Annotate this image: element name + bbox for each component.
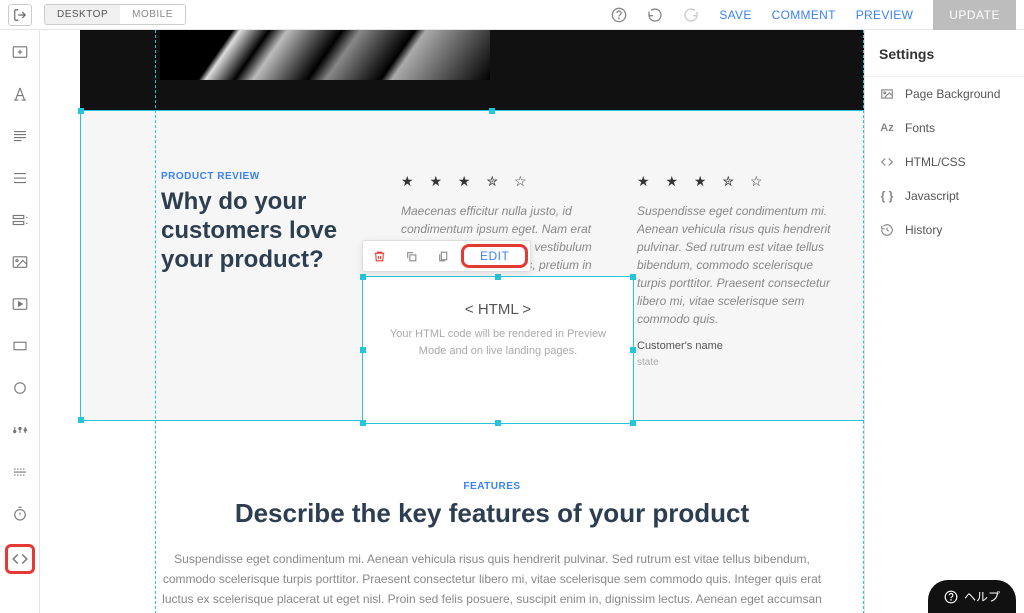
exit-icon [13,8,27,22]
settings-title: Settings [865,46,1024,77]
duplicate-button[interactable] [427,241,459,271]
settings-html-css[interactable]: HTML/CSS [865,145,1024,179]
code-icon [879,155,895,169]
slider-icon[interactable] [8,418,32,442]
comment-button[interactable]: COMMENT [772,8,836,22]
text-icon[interactable] [8,82,32,106]
settings-javascript[interactable]: { } Javascript [865,179,1024,213]
help-bubble[interactable]: ヘルプ [928,580,1016,613]
settings-panel: Settings Page Background Az Fonts HTML/C… [864,30,1024,613]
settings-label: History [905,223,942,237]
customer-name: Customer's name [637,338,843,355]
canvas[interactable]: PRODUCT REVIEW Why do your customers lov… [40,30,864,613]
settings-page-background[interactable]: Page Background [865,77,1024,111]
device-toggle: DESKTOP MOBILE [44,4,186,25]
features-section[interactable]: FEATURES Describe the key features of yo… [80,421,864,613]
image-icon [879,87,895,101]
settings-label: Page Background [905,87,1000,101]
html-widget[interactable]: < HTML > Your HTML code will be rendered… [362,276,634,424]
html-widget-title: < HTML > [363,301,633,318]
save-button[interactable]: SAVE [719,8,751,22]
review-text-2: Suspendisse eget condimentum mi. Aenean … [637,202,843,328]
font-icon: Az [879,122,895,134]
desktop-tab[interactable]: DESKTOP [45,5,120,24]
topbar: DESKTOP MOBILE SAVE COMMENT PREVIEW UPDA… [0,0,1024,30]
video-icon[interactable] [8,292,32,316]
hero-image[interactable] [160,30,490,80]
box-icon[interactable] [8,334,32,358]
html-widget-subtitle: Your HTML code will be rendered in Previ… [363,326,633,359]
list-icon[interactable] [8,166,32,190]
element-toolbar: EDIT [362,240,531,272]
settings-label: HTML/CSS [905,155,966,169]
undo-icon[interactable] [647,7,663,23]
features-body[interactable]: Suspendisse eget condimentum mi. Aenean … [160,549,824,613]
features-heading[interactable]: Describe the key features of your produc… [160,498,824,529]
braces-icon: { } [879,189,895,203]
customer-state: state [637,355,843,370]
review-col-2[interactable]: ★ ★ ★ ✮ ☆ Suspendisse eget condimentum m… [637,171,843,370]
review-heading[interactable]: Why do your customers love your product? [161,188,381,274]
timer-icon[interactable] [8,502,32,526]
add-section-icon[interactable] [8,40,32,64]
edit-button-highlight: EDIT [461,244,528,268]
preview-button[interactable]: PREVIEW [856,8,913,22]
review-eyebrow: PRODUCT REVIEW [161,171,381,182]
image-icon[interactable] [8,250,32,274]
shape-icon[interactable] [8,376,32,400]
main: PRODUCT REVIEW Why do your customers lov… [0,30,1024,613]
hero-section[interactable] [80,30,864,110]
features-eyebrow: FEATURES [160,481,824,492]
html-icon[interactable] [5,544,35,574]
delete-button[interactable] [363,241,395,271]
help-label: ヘルプ [964,588,1000,605]
update-button[interactable]: UPDATE [933,0,1016,30]
star-rating: ★ ★ ★ ✮ ☆ [401,171,607,192]
copy-button[interactable] [395,241,427,271]
history-icon [879,223,895,237]
settings-label: Fonts [905,121,935,135]
topbar-left: DESKTOP MOBILE [8,4,186,26]
mobile-tab[interactable]: MOBILE [120,5,185,24]
help-icon [944,590,958,604]
topbar-right: SAVE COMMENT PREVIEW UPDATE [611,0,1016,30]
edit-button[interactable]: EDIT [468,249,521,263]
divider-icon[interactable] [8,460,32,484]
help-icon[interactable] [611,7,627,23]
settings-fonts[interactable]: Az Fonts [865,111,1024,145]
settings-label: Javascript [905,189,959,203]
settings-history[interactable]: History [865,213,1024,247]
star-rating: ★ ★ ★ ✮ ☆ [637,171,843,192]
paragraph-icon[interactable] [8,124,32,148]
redo-icon[interactable] [683,7,699,23]
left-sidebar [0,30,40,613]
exit-button[interactable] [8,4,32,26]
form-icon[interactable] [8,208,32,232]
